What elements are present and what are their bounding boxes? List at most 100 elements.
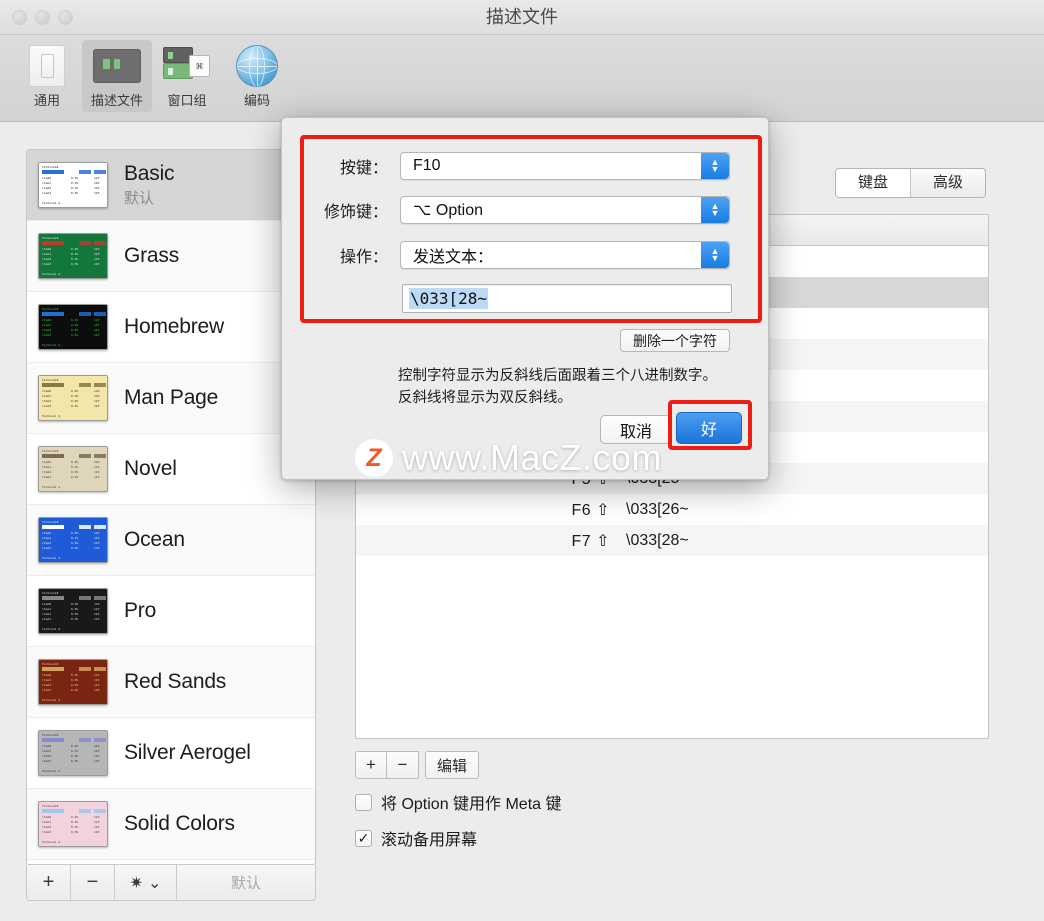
key-popup-value: F10 bbox=[413, 157, 441, 174]
set-default-button[interactable]: 默认 bbox=[177, 865, 315, 900]
profile-text: Solid Colors bbox=[124, 812, 235, 836]
profile-text: Silver Aerogel bbox=[124, 741, 251, 765]
general-icon bbox=[22, 44, 72, 88]
remove-profile-button[interactable]: − bbox=[71, 865, 115, 900]
profile-thumbnail: Terminal# item0 0.0% 123 item1 0.0% 123 item2 0.… bbox=[38, 517, 108, 563]
profile-list-item[interactable]: Terminal# item0 0.0% 123 item1 0.0% 123 item2 0.… bbox=[27, 789, 315, 860]
chevron-updown-icon[interactable]: ▲ ▼ bbox=[701, 242, 729, 268]
key-popup-button[interactable]: F10 ▲ ▼ bbox=[400, 152, 730, 180]
table-row[interactable]: F6 ⇧ \033[26~ bbox=[356, 494, 988, 525]
toolbar-label-profiles: 描述文件 bbox=[90, 93, 143, 108]
profile-name: Novel bbox=[124, 457, 177, 480]
profile-name: Solid Colors bbox=[124, 812, 235, 835]
table-row[interactable]: F7 ⇧ \033[28~ bbox=[356, 525, 988, 556]
send-text-value: \033[28~ bbox=[409, 288, 489, 309]
profile-list[interactable]: Terminal# item0 0.0% 123 item1 0.0% 123 item2 0.… bbox=[26, 149, 316, 865]
toolbar-item-encodings[interactable]: 编码 bbox=[222, 40, 292, 112]
option-as-meta-label: 将 Option 键用作 Meta 键 bbox=[381, 796, 562, 813]
profile-list-item[interactable]: Terminal# item0 0.0% 123 item1 0.0% 123 item2 0.… bbox=[27, 221, 315, 292]
profile-name: Basic bbox=[124, 162, 175, 185]
scroll-alt-screen-label: 滚动备用屏幕 bbox=[381, 832, 478, 849]
profile-actions-menu-button[interactable]: ✷ ⌄ bbox=[115, 865, 177, 900]
gear-icon: ✷ bbox=[129, 874, 143, 892]
profile-thumbnail: Terminal# item0 0.0% 123 item1 0.0% 123 item2 0.… bbox=[38, 659, 108, 705]
dialog-label-action: 操作： bbox=[339, 249, 388, 266]
tab-advanced[interactable]: 高级 bbox=[909, 169, 985, 197]
profile-list-footer: + − ✷ ⌄ 默认 bbox=[26, 865, 316, 901]
profile-name: Homebrew bbox=[124, 315, 224, 338]
key-mapping-buttons: + − 编辑 bbox=[355, 751, 480, 779]
profile-name: Red Sands bbox=[124, 670, 227, 693]
dialog-field-action: 操作： 发送文本： ▲ ▼ bbox=[312, 241, 730, 269]
toolbar-item-profiles[interactable]: 描述文件 bbox=[82, 40, 152, 112]
toolbar-item-window-groups[interactable]: ⌘ 窗口组 bbox=[152, 40, 222, 112]
profile-thumbnail: Terminal# item0 0.0% 123 item1 0.0% 123 item2 0.… bbox=[38, 801, 108, 847]
remove-key-mapping-button[interactable]: − bbox=[387, 751, 419, 779]
option-as-meta-checkbox-row[interactable]: 将 Option 键用作 Meta 键 bbox=[355, 790, 562, 814]
profile-list-item[interactable]: Terminal# item0 0.0% 123 item1 0.0% 123 item2 0.… bbox=[27, 647, 315, 718]
ok-button[interactable]: 好 bbox=[676, 412, 742, 444]
profile-list-item[interactable]: Terminal# item0 0.0% 123 item1 0.0% 123 item2 0.… bbox=[27, 150, 315, 221]
toolbar-item-general[interactable]: 通用 bbox=[12, 40, 82, 112]
scroll-alt-screen-checkbox[interactable] bbox=[355, 829, 372, 847]
profile-text: Homebrew bbox=[124, 315, 224, 339]
tab-keyboard[interactable]: 键盘 bbox=[835, 169, 910, 197]
option-as-meta-checkbox[interactable] bbox=[355, 793, 372, 811]
profile-name: Silver Aerogel bbox=[124, 741, 251, 764]
chevron-updown-icon[interactable]: ▲ ▼ bbox=[701, 197, 729, 223]
table-cell-key: F7 ⇧ bbox=[571, 532, 610, 550]
profile-default-badge: 默认 bbox=[124, 190, 155, 207]
table-cell-action: \033[26~ bbox=[626, 500, 689, 518]
profile-list-item[interactable]: Terminal# item0 0.0% 123 item1 0.0% 123 item2 0.… bbox=[27, 292, 315, 363]
profile-text: Grass bbox=[124, 244, 179, 268]
profile-list-item[interactable]: Terminal# item0 0.0% 123 item1 0.0% 123 item2 0.… bbox=[27, 576, 315, 647]
profile-text: Red Sands bbox=[124, 670, 226, 694]
modifier-popup-value: ⌥ Option bbox=[413, 202, 484, 219]
profile-thumbnail: Terminal# item0 0.0% 123 item1 0.0% 123 item2 0.… bbox=[38, 375, 108, 421]
profile-thumbnail: Terminal# item0 0.0% 123 item1 0.0% 123 item2 0.… bbox=[38, 588, 108, 634]
profile-name: Man Page bbox=[124, 386, 219, 409]
send-text-input[interactable]: \033[28~ bbox=[402, 284, 732, 313]
profile-name: Grass bbox=[124, 244, 180, 267]
profile-list-item[interactable]: Terminal# item0 0.0% 123 item1 0.0% 123 item2 0.… bbox=[27, 718, 315, 789]
profile-list-item[interactable]: Terminal# item0 0.0% 123 item1 0.0% 123 item2 0.… bbox=[27, 505, 315, 576]
profile-text: Man Page bbox=[124, 386, 218, 410]
settings-tab-bar[interactable]: 键盘 高级 bbox=[834, 168, 986, 198]
add-profile-button[interactable]: + bbox=[27, 865, 71, 900]
window-titlebar: 描述文件 bbox=[0, 0, 1044, 35]
profile-name: Pro bbox=[124, 599, 157, 622]
profile-text: Pro bbox=[124, 599, 156, 623]
modifier-popup-button[interactable]: ⌥ Option ▲ ▼ bbox=[400, 196, 730, 224]
cancel-button[interactable]: 取消 bbox=[600, 415, 673, 444]
add-key-mapping-button[interactable]: + bbox=[355, 751, 387, 779]
toolbar-label-window-groups: 窗口组 bbox=[167, 93, 207, 108]
profile-thumbnail: Terminal# item0 0.0% 123 item1 0.0% 123 item2 0.… bbox=[38, 233, 108, 279]
dialog-label-modifier: 修饰键： bbox=[323, 204, 388, 221]
dialog-note-text: 控制字符显示为反斜线后面跟着三个八进制数字。反斜线将显示为双反斜线。 bbox=[398, 368, 717, 406]
delete-one-character-button[interactable]: 删除一个字符 bbox=[620, 329, 730, 352]
profile-thumbnail: Terminal# item0 0.0% 123 item1 0.0% 123 item2 0.… bbox=[38, 446, 108, 492]
profile-list-item[interactable]: Terminal# item0 0.0% 123 item1 0.0% 123 item2 0.… bbox=[27, 363, 315, 434]
profile-text: Novel bbox=[124, 457, 177, 481]
terminal-preferences-window: 描述文件 通用 描述文件 ⌘ 窗口组 编码 Terminal# item0 0.… bbox=[0, 0, 1044, 921]
toolbar-label-general: 通用 bbox=[33, 93, 60, 108]
profile-list-item[interactable]: Terminal# item0 0.0% 123 item1 0.0% 123 item2 0.… bbox=[27, 434, 315, 505]
encodings-globe-icon bbox=[232, 44, 282, 88]
window-title: 描述文件 bbox=[486, 7, 558, 27]
profile-text: Basic 默认 bbox=[124, 162, 175, 208]
action-popup-button[interactable]: 发送文本： ▲ ▼ bbox=[400, 241, 730, 269]
dialog-field-key: 按键： F10 ▲ ▼ bbox=[312, 152, 730, 180]
edit-key-mapping-button[interactable]: 编辑 bbox=[425, 751, 480, 779]
profile-thumbnail: Terminal# item0 0.0% 123 item1 0.0% 123 item2 0.… bbox=[38, 304, 108, 350]
action-popup-value: 发送文本： bbox=[413, 249, 494, 266]
scroll-alt-screen-checkbox-row[interactable]: 滚动备用屏幕 bbox=[355, 826, 477, 850]
table-cell-key: F6 ⇧ bbox=[571, 501, 610, 519]
profiles-icon bbox=[92, 44, 142, 88]
dialog-label-key: 按键： bbox=[339, 160, 388, 177]
profile-name: Ocean bbox=[124, 528, 185, 551]
toolbar-label-encodings: 编码 bbox=[243, 93, 270, 108]
profile-thumbnail: Terminal# item0 0.0% 123 item1 0.0% 123 item2 0.… bbox=[38, 162, 108, 208]
window-groups-icon: ⌘ bbox=[162, 44, 212, 88]
preferences-toolbar: 通用 描述文件 ⌘ 窗口组 编码 bbox=[0, 35, 1044, 122]
chevron-updown-icon[interactable]: ▲ ▼ bbox=[701, 153, 729, 179]
